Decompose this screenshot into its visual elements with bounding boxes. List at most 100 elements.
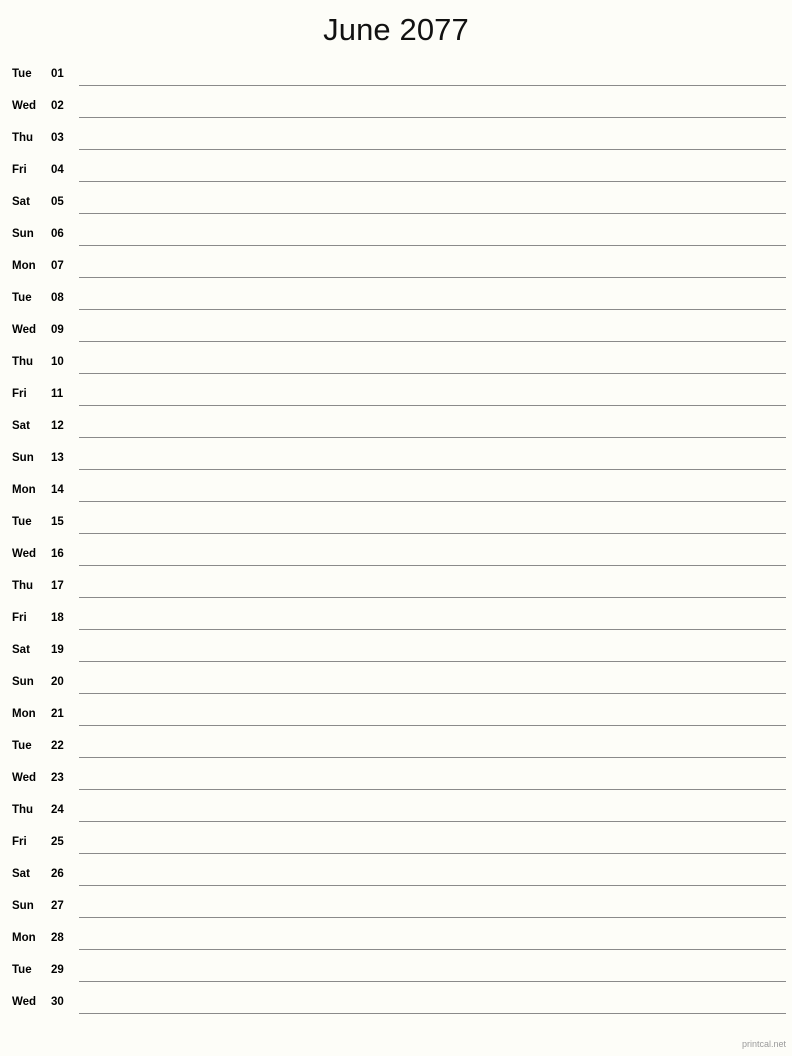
day-weekday-label: Tue xyxy=(12,740,32,752)
day-row: Thu 10 xyxy=(0,348,792,380)
day-writing-line[interactable] xyxy=(79,629,786,630)
day-row: Fri 25 xyxy=(0,828,792,860)
day-number-label: 11 xyxy=(51,388,64,400)
day-writing-line[interactable] xyxy=(79,789,786,790)
day-writing-line[interactable] xyxy=(79,245,786,246)
day-number-label: 16 xyxy=(51,548,64,560)
day-weekday-label: Tue xyxy=(12,292,32,304)
day-weekday-label: Fri xyxy=(12,836,27,848)
day-weekday-label: Tue xyxy=(12,68,32,80)
day-writing-line[interactable] xyxy=(79,949,786,950)
day-writing-line[interactable] xyxy=(79,85,786,86)
day-weekday-label: Sun xyxy=(12,676,34,688)
day-number-label: 13 xyxy=(51,452,64,464)
day-weekday-label: Tue xyxy=(12,516,32,528)
day-row: Wed 02 xyxy=(0,92,792,124)
day-weekday-label: Mon xyxy=(12,484,36,496)
day-weekday-label: Thu xyxy=(12,804,34,816)
day-row: Fri 04 xyxy=(0,156,792,188)
day-writing-line[interactable] xyxy=(79,341,786,342)
day-weekday-label: Wed xyxy=(12,548,37,560)
day-row: Sat 26 xyxy=(0,860,792,892)
day-number-label: 24 xyxy=(51,804,64,816)
day-number-label: 17 xyxy=(51,580,64,592)
day-row: Tue 29 xyxy=(0,956,792,988)
day-writing-line[interactable] xyxy=(79,405,786,406)
day-weekday-label: Thu xyxy=(12,580,34,592)
day-weekday-label: Sun xyxy=(12,228,34,240)
day-row: Thu 03 xyxy=(0,124,792,156)
day-writing-line[interactable] xyxy=(79,757,786,758)
day-row: Sat 19 xyxy=(0,636,792,668)
day-weekday-label: Wed xyxy=(12,996,37,1008)
day-writing-line[interactable] xyxy=(79,885,786,886)
day-number-label: 30 xyxy=(51,996,64,1008)
day-writing-line[interactable] xyxy=(79,1013,786,1014)
day-number-label: 06 xyxy=(51,228,64,240)
day-writing-line[interactable] xyxy=(79,277,786,278)
day-weekday-label: Fri xyxy=(12,388,27,400)
day-weekday-label: Wed xyxy=(12,100,37,112)
day-number-label: 23 xyxy=(51,772,64,784)
day-number-label: 27 xyxy=(51,900,64,912)
day-writing-line[interactable] xyxy=(79,437,786,438)
day-writing-line[interactable] xyxy=(79,213,786,214)
day-weekday-label: Tue xyxy=(12,964,32,976)
day-writing-line[interactable] xyxy=(79,565,786,566)
day-number-label: 09 xyxy=(51,324,64,336)
day-row: Mon 21 xyxy=(0,700,792,732)
day-row: Sun 13 xyxy=(0,444,792,476)
day-writing-line[interactable] xyxy=(79,117,786,118)
day-number-label: 25 xyxy=(51,836,64,848)
day-weekday-label: Fri xyxy=(12,164,27,176)
day-number-label: 10 xyxy=(51,356,64,368)
day-number-label: 26 xyxy=(51,868,64,880)
day-writing-line[interactable] xyxy=(79,149,786,150)
day-row: Sat 05 xyxy=(0,188,792,220)
day-number-label: 19 xyxy=(51,644,64,656)
day-weekday-label: Wed xyxy=(12,772,37,784)
day-row: Fri 18 xyxy=(0,604,792,636)
day-writing-line[interactable] xyxy=(79,501,786,502)
day-writing-line[interactable] xyxy=(79,853,786,854)
day-writing-line[interactable] xyxy=(79,469,786,470)
day-number-label: 21 xyxy=(51,708,64,720)
day-writing-line[interactable] xyxy=(79,693,786,694)
day-weekday-label: Sat xyxy=(12,420,30,432)
day-row: Wed 23 xyxy=(0,764,792,796)
day-weekday-label: Mon xyxy=(12,708,36,720)
day-writing-line[interactable] xyxy=(79,309,786,310)
day-number-label: 02 xyxy=(51,100,64,112)
day-list: Tue 01 Wed 02 Thu 03 Fri 04 Sat 05 Sun 06 Mon 07 Tue 08… xyxy=(0,60,792,1020)
day-writing-line[interactable] xyxy=(79,661,786,662)
day-number-label: 08 xyxy=(51,292,64,304)
day-writing-line[interactable] xyxy=(79,725,786,726)
day-number-label: 20 xyxy=(51,676,64,688)
day-row: Sun 06 xyxy=(0,220,792,252)
day-number-label: 22 xyxy=(51,740,64,752)
day-row: Tue 01 xyxy=(0,60,792,92)
day-writing-line[interactable] xyxy=(79,981,786,982)
day-weekday-label: Sun xyxy=(12,452,34,464)
page-title: June 2077 xyxy=(323,12,469,47)
day-writing-line[interactable] xyxy=(79,373,786,374)
day-writing-line[interactable] xyxy=(79,597,786,598)
day-weekday-label: Sat xyxy=(12,196,30,208)
day-number-label: 18 xyxy=(51,612,64,624)
day-row: Fri 11 xyxy=(0,380,792,412)
day-weekday-label: Fri xyxy=(12,612,27,624)
day-writing-line[interactable] xyxy=(79,821,786,822)
day-row: Wed 16 xyxy=(0,540,792,572)
day-number-label: 29 xyxy=(51,964,64,976)
day-weekday-label: Wed xyxy=(12,324,37,336)
day-writing-line[interactable] xyxy=(79,533,786,534)
day-writing-line[interactable] xyxy=(79,181,786,182)
day-row: Thu 17 xyxy=(0,572,792,604)
day-row: Wed 30 xyxy=(0,988,792,1020)
day-writing-line[interactable] xyxy=(79,917,786,918)
day-row: Wed 09 xyxy=(0,316,792,348)
day-number-label: 07 xyxy=(51,260,64,272)
day-weekday-label: Thu xyxy=(12,132,34,144)
day-row: Mon 07 xyxy=(0,252,792,284)
day-number-label: 05 xyxy=(51,196,64,208)
